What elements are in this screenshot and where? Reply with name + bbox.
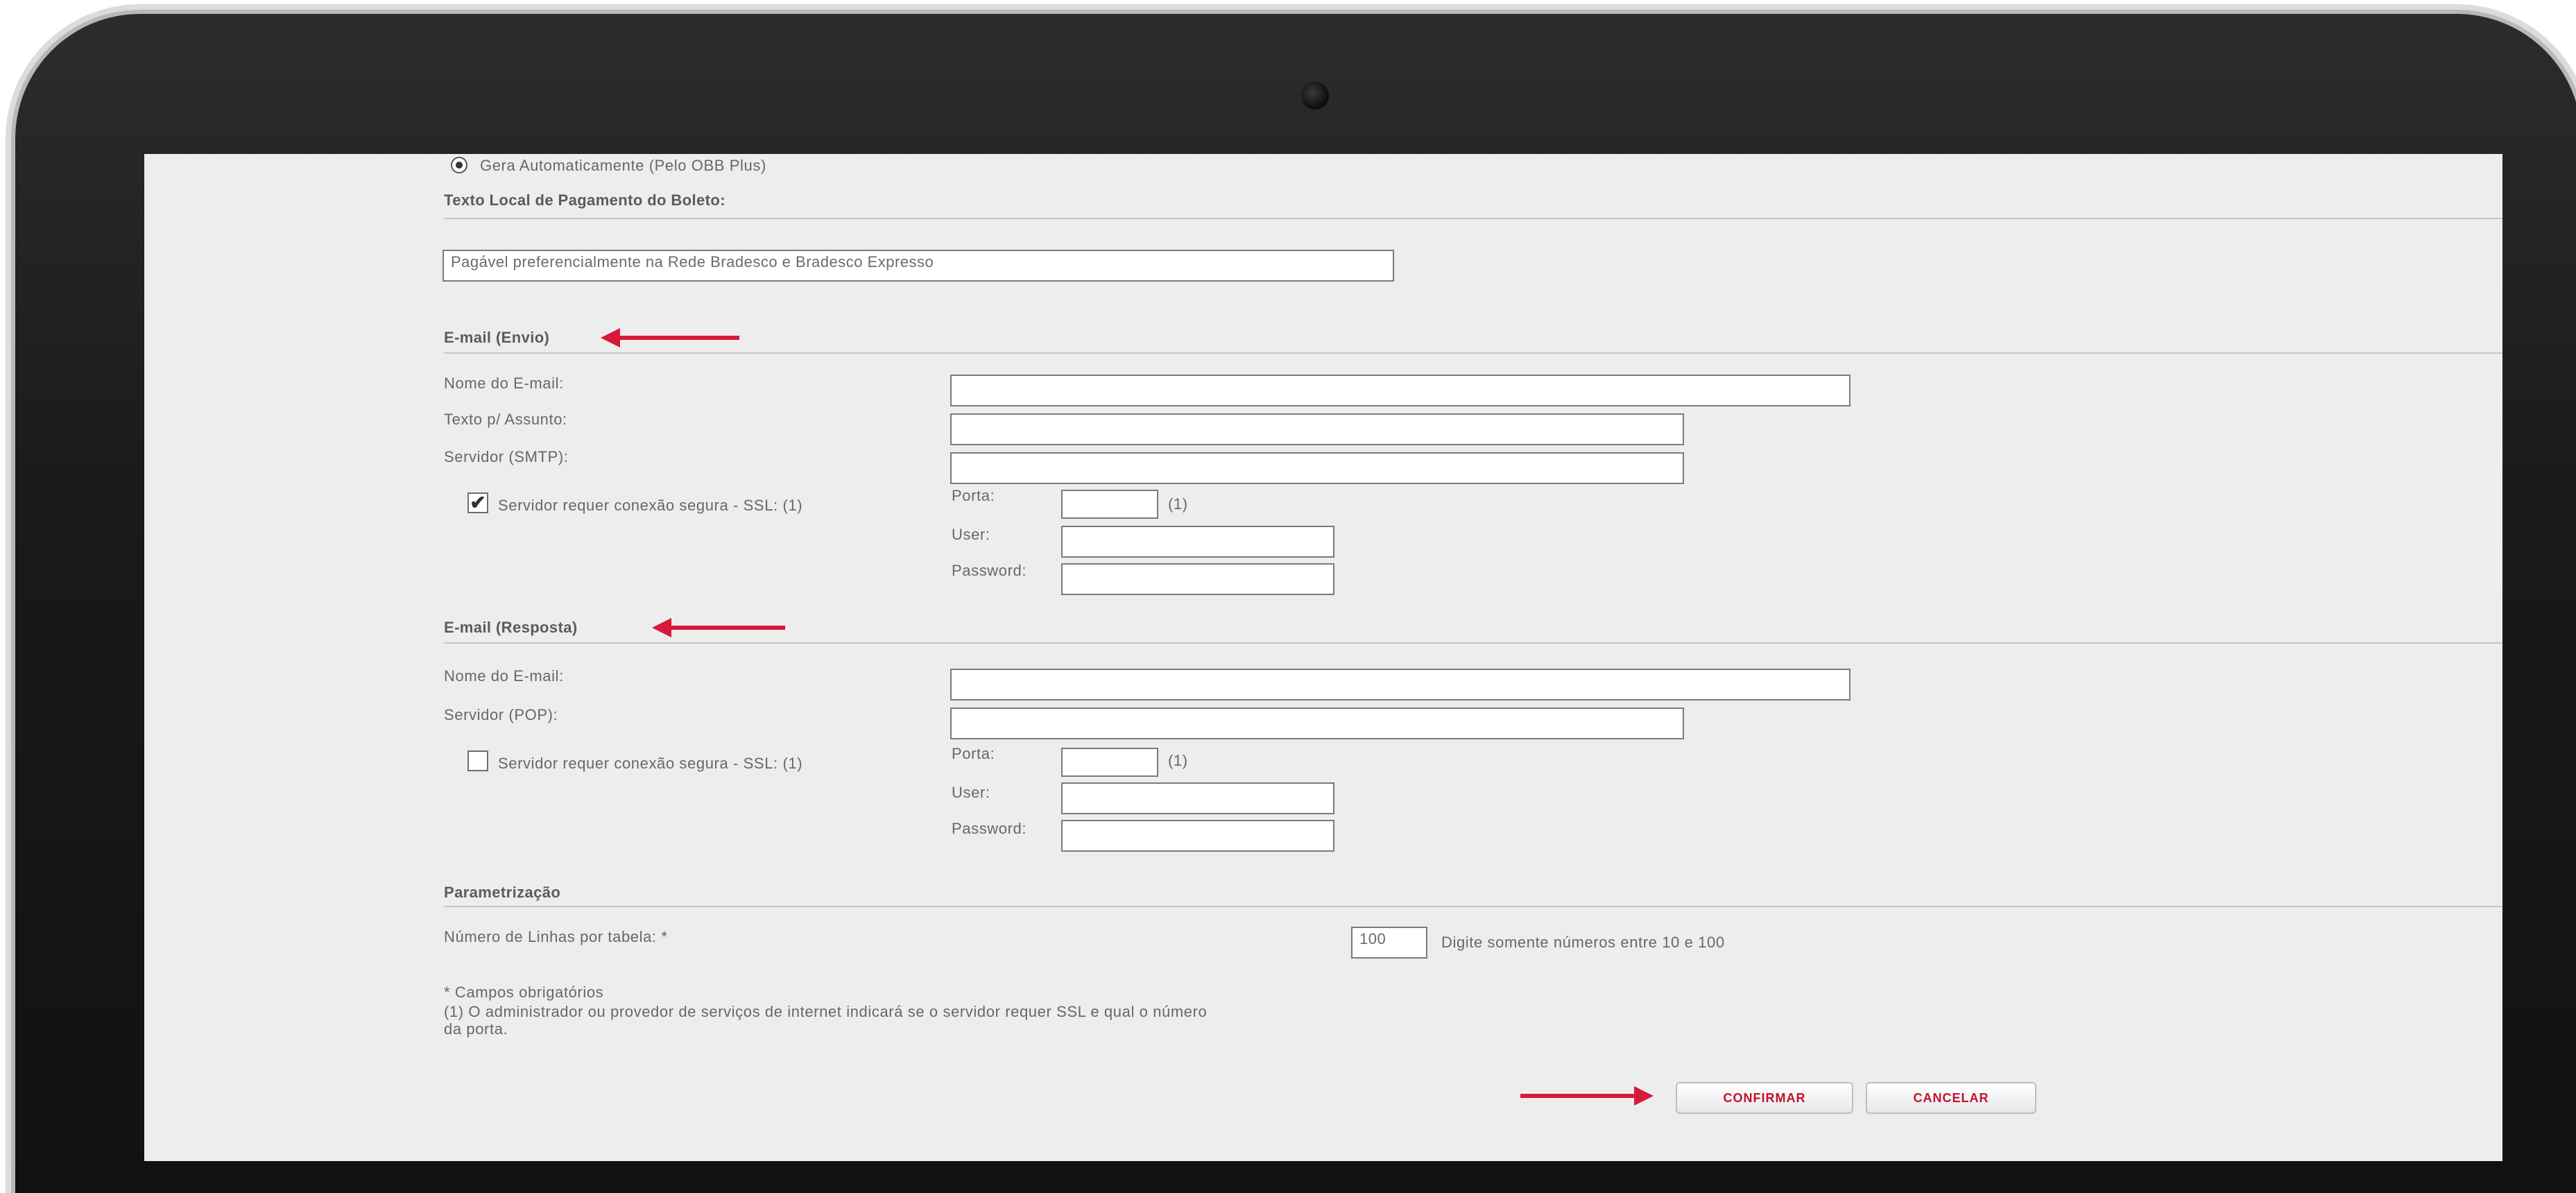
- resposta-password-field[interactable]: [1061, 820, 1334, 852]
- arrow-left-icon: [601, 328, 739, 347]
- envio-password-field[interactable]: [1061, 563, 1334, 595]
- envio-servidor-label: Servidor (SMTP):: [444, 448, 569, 465]
- resposta-ssl-checkbox[interactable]: [467, 750, 488, 771]
- settings-screen: Gera Automaticamente (Pelo OBB Plus) Tex…: [144, 154, 2502, 1161]
- envio-nome-label: Nome do E-mail:: [444, 375, 564, 392]
- envio-assunto-label: Texto p/ Assunto:: [444, 411, 567, 428]
- linhas-label: Número de Linhas por tabela: *: [444, 928, 668, 945]
- auto-generate-radio[interactable]: [451, 157, 467, 173]
- resposta-porta-field[interactable]: [1061, 748, 1158, 777]
- envio-porta-label: Porta:: [952, 487, 995, 504]
- required-note: * Campos obrigatórios: [444, 984, 604, 1001]
- resposta-password-label: Password:: [952, 820, 1027, 837]
- envio-nome-field[interactable]: [950, 375, 1851, 406]
- envio-user-label: User:: [952, 526, 990, 543]
- linhas-hint: Digite somente números entre 10 e 100: [1441, 934, 1725, 951]
- divider: [444, 642, 2502, 644]
- resposta-user-field[interactable]: [1061, 782, 1334, 814]
- ssl-note: (1) O administrador ou provedor de servi…: [444, 1003, 1208, 1038]
- envio-porta-note: (1): [1168, 495, 1188, 513]
- divider: [444, 218, 2502, 219]
- linhas-field[interactable]: 100: [1351, 927, 1427, 959]
- confirm-button[interactable]: CONFIRMAR: [1676, 1082, 1853, 1114]
- resposta-heading: E-mail (Resposta): [444, 619, 578, 636]
- resposta-porta-note: (1): [1168, 752, 1188, 769]
- envio-user-field[interactable]: [1061, 526, 1334, 558]
- divider: [444, 906, 2502, 907]
- divider: [444, 352, 2502, 354]
- webcam-icon: [1301, 82, 1329, 110]
- cancel-button[interactable]: CANCELAR: [1866, 1082, 2036, 1114]
- resposta-servidor-label: Servidor (POP):: [444, 706, 558, 723]
- envio-porta-field[interactable]: [1061, 490, 1158, 519]
- auto-generate-label: Gera Automaticamente (Pelo OBB Plus): [480, 157, 766, 174]
- resposta-nome-label: Nome do E-mail:: [444, 667, 564, 685]
- resposta-porta-label: Porta:: [952, 745, 995, 762]
- envio-heading: E-mail (Envio): [444, 329, 550, 346]
- arrow-left-icon: [652, 618, 785, 637]
- envio-ssl-checkbox[interactable]: ✔: [467, 492, 488, 513]
- boleto-text-field[interactable]: Pagável preferencialmente na Rede Brades…: [443, 250, 1394, 282]
- boleto-heading: Texto Local de Pagamento do Boleto:: [444, 191, 725, 209]
- envio-assunto-field[interactable]: [950, 413, 1684, 445]
- resposta-pop-field[interactable]: [950, 707, 1684, 739]
- parametrizacao-heading: Parametrização: [444, 884, 561, 901]
- arrow-right-icon: [1520, 1086, 1654, 1106]
- resposta-user-label: User:: [952, 784, 990, 801]
- envio-smtp-field[interactable]: [950, 452, 1684, 484]
- resposta-ssl-label: Servidor requer conexão segura - SSL: (1…: [498, 755, 803, 772]
- resposta-nome-field[interactable]: [950, 669, 1851, 701]
- envio-password-label: Password:: [952, 562, 1027, 579]
- envio-ssl-label: Servidor requer conexão segura - SSL: (1…: [498, 497, 803, 514]
